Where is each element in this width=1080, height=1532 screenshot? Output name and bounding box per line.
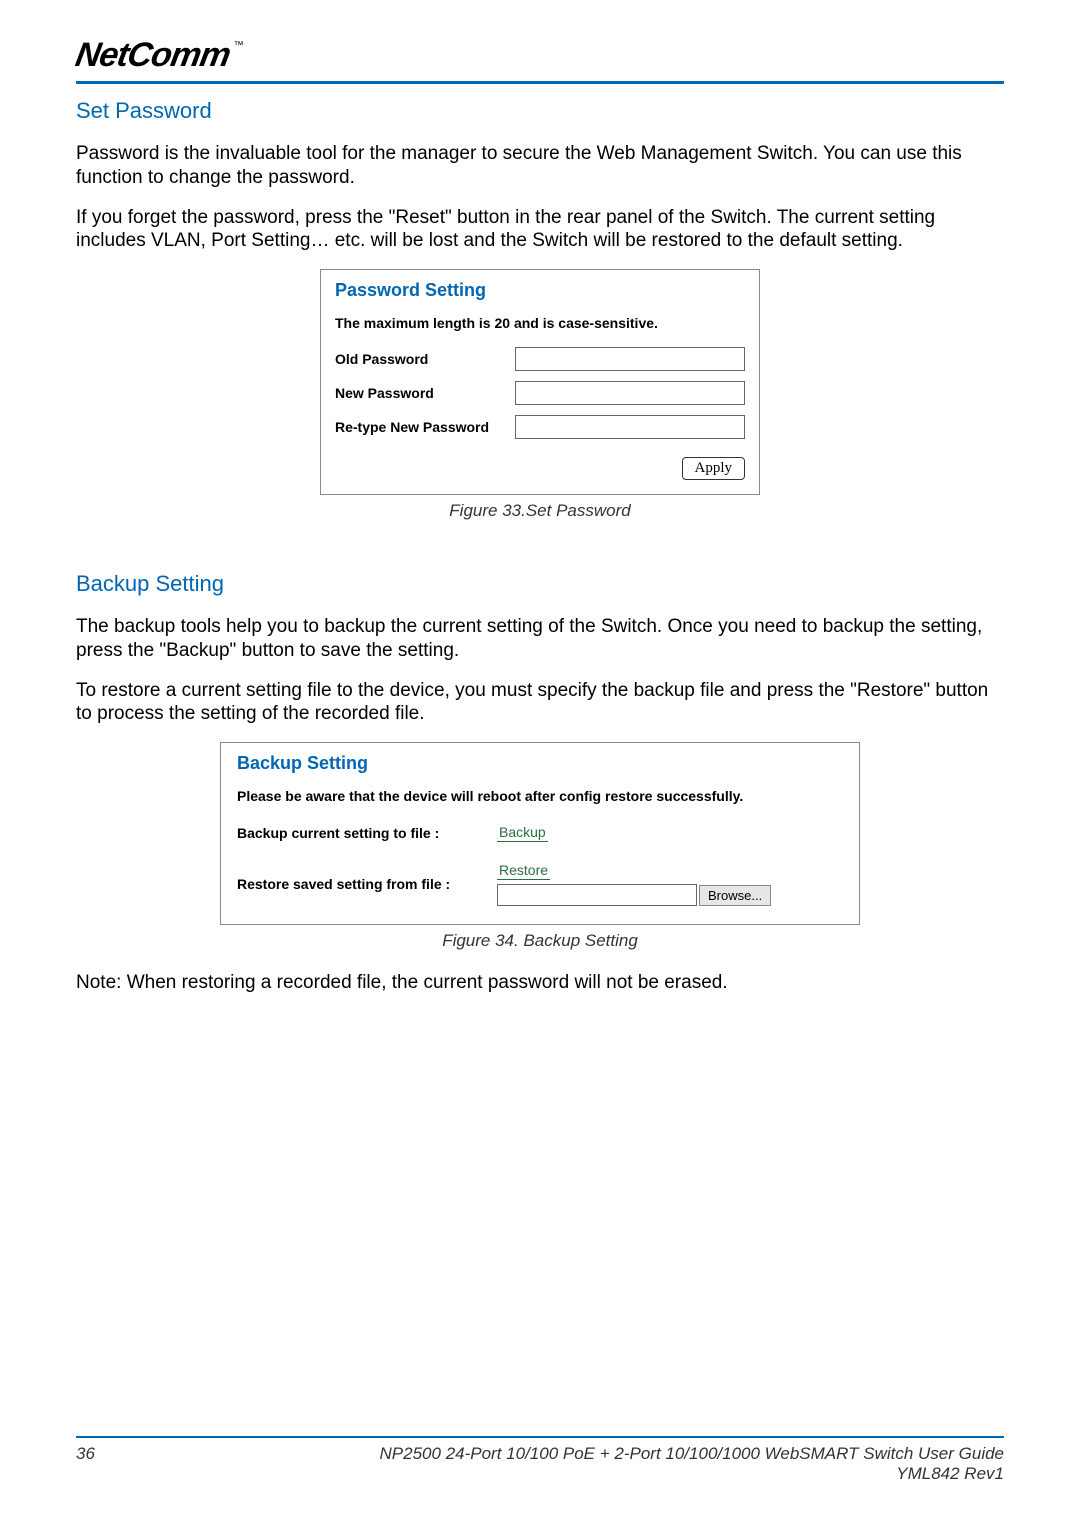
backup-para2: To restore a current setting file to the… — [76, 679, 1004, 727]
retype-password-input[interactable] — [515, 415, 745, 439]
restore-label: Restore saved setting from file : — [237, 876, 497, 892]
backup-panel-title: Backup Setting — [237, 753, 843, 774]
old-password-input[interactable] — [515, 347, 745, 371]
restore-file-input[interactable] — [497, 884, 697, 906]
apply-button[interactable]: Apply — [682, 457, 746, 480]
backup-button[interactable]: Backup — [497, 824, 548, 842]
password-setting-panel: Password Setting The maximum length is 2… — [320, 269, 760, 495]
brand-text: NetComm — [73, 36, 233, 75]
set-password-heading: Set Password — [76, 98, 1004, 124]
backup-setting-heading: Backup Setting — [76, 571, 1004, 597]
figure-34-caption: Figure 34. Backup Setting — [76, 931, 1004, 951]
figure-33-wrap: Password Setting The maximum length is 2… — [76, 269, 1004, 521]
retype-password-label: Re-type New Password — [335, 419, 515, 435]
new-password-input[interactable] — [515, 381, 745, 405]
header-divider — [76, 81, 1004, 84]
restore-row: Restore saved setting from file : Restor… — [237, 862, 843, 906]
restore-button[interactable]: Restore — [497, 862, 550, 880]
footer-title: NP2500 24-Port 10/100 PoE + 2-Port 10/10… — [380, 1444, 1004, 1464]
restore-controls: Restore Browse... — [497, 862, 771, 906]
file-input-row: Browse... — [497, 884, 771, 906]
backup-row: Backup current setting to file : Backup — [237, 824, 843, 842]
password-panel-note: The maximum length is 20 and is case-sen… — [335, 315, 745, 331]
figure-33-caption: Figure 33.Set Password — [76, 501, 1004, 521]
backup-para1: The backup tools help you to backup the … — [76, 615, 1004, 663]
page-footer: 36 NP2500 24-Port 10/100 PoE + 2-Port 10… — [76, 1436, 1004, 1484]
set-password-para1: Password is the invaluable tool for the … — [76, 142, 1004, 190]
brand-logo: NetComm ™ — [76, 36, 1004, 75]
old-password-row: Old Password — [335, 347, 745, 371]
trademark-symbol: ™ — [234, 40, 244, 51]
restore-note: Note: When restoring a recorded file, th… — [76, 971, 1004, 995]
backup-setting-panel: Backup Setting Please be aware that the … — [220, 742, 860, 925]
browse-button[interactable]: Browse... — [699, 885, 771, 906]
page-number: 36 — [76, 1444, 95, 1484]
footer-divider — [76, 1436, 1004, 1438]
footer-right: NP2500 24-Port 10/100 PoE + 2-Port 10/10… — [380, 1444, 1004, 1484]
footer-rev: YML842 Rev1 — [380, 1464, 1004, 1484]
new-password-label: New Password — [335, 385, 515, 401]
password-panel-title: Password Setting — [335, 280, 745, 301]
backup-panel-note: Please be aware that the device will reb… — [237, 788, 843, 804]
apply-row: Apply — [335, 457, 745, 480]
new-password-row: New Password — [335, 381, 745, 405]
set-password-para2: If you forget the password, press the "R… — [76, 206, 1004, 254]
figure-34-wrap: Backup Setting Please be aware that the … — [76, 742, 1004, 951]
old-password-label: Old Password — [335, 351, 515, 367]
backup-label: Backup current setting to file : — [237, 825, 497, 841]
retype-password-row: Re-type New Password — [335, 415, 745, 439]
